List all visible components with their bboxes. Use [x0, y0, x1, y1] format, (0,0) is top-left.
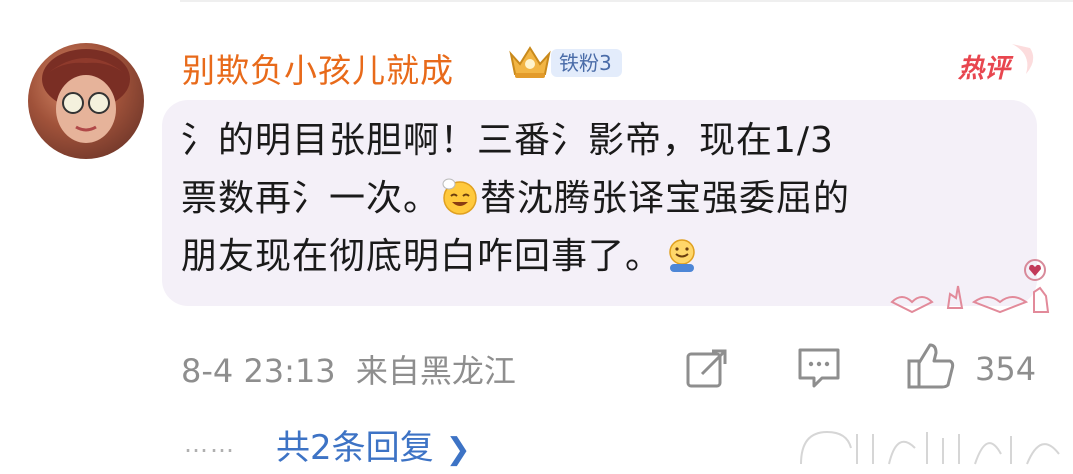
comment-icon[interactable] — [796, 346, 842, 390]
timestamp: 8-4 23:13 — [181, 352, 336, 390]
fan-badge-label: 铁粉3 — [551, 49, 622, 77]
comment-line-4: 朋友现在彻底明白咋回事了。 — [181, 236, 663, 277]
hand-heart-decoration-icon — [890, 259, 1050, 314]
chevron-right-icon: ❯ — [445, 432, 471, 467]
comment-line-2: 票数再氵一次。 — [181, 178, 441, 219]
view-replies-link[interactable]: 共2条回复 ❯ — [276, 420, 471, 469]
comment-body: 氵的明目张胆啊！三番氵影帝，现在1/3 票数再氵一次。 替沈腾张译宝强委屈的 朋友… — [181, 112, 1011, 286]
hot-label: 热评 — [958, 54, 1011, 84]
comment-meta: 8-4 23:13 来自黑龙江 — [181, 346, 516, 392]
sweat-smile-emoji-icon — [442, 178, 477, 215]
avatar-image — [42, 49, 130, 143]
grin-emoji-icon — [669, 239, 695, 272]
crown-icon — [509, 46, 551, 78]
comment-line-3: 替沈腾张译宝强委屈的 — [480, 178, 851, 219]
reply-ellipsis: …… — [184, 430, 236, 458]
username[interactable]: 别欺负小孩儿就成 — [182, 44, 454, 92]
watermark-icon — [800, 430, 1060, 465]
view-replies-label: 共2条回复 — [276, 428, 434, 468]
hot-comment-mark: 热评 — [952, 40, 1038, 84]
share-icon[interactable] — [684, 346, 728, 390]
top-divider — [180, 0, 1073, 2]
fan-badge[interactable]: 铁粉3 — [503, 46, 622, 80]
comment-line-1: 氵的明目张胆啊！三番氵影帝，现在1/3 — [181, 120, 834, 161]
avatar[interactable] — [28, 43, 144, 159]
thumbs-up-icon[interactable] — [906, 341, 956, 391]
location: 来自黑龙江 — [355, 352, 516, 390]
like-count: 354 — [975, 350, 1037, 388]
